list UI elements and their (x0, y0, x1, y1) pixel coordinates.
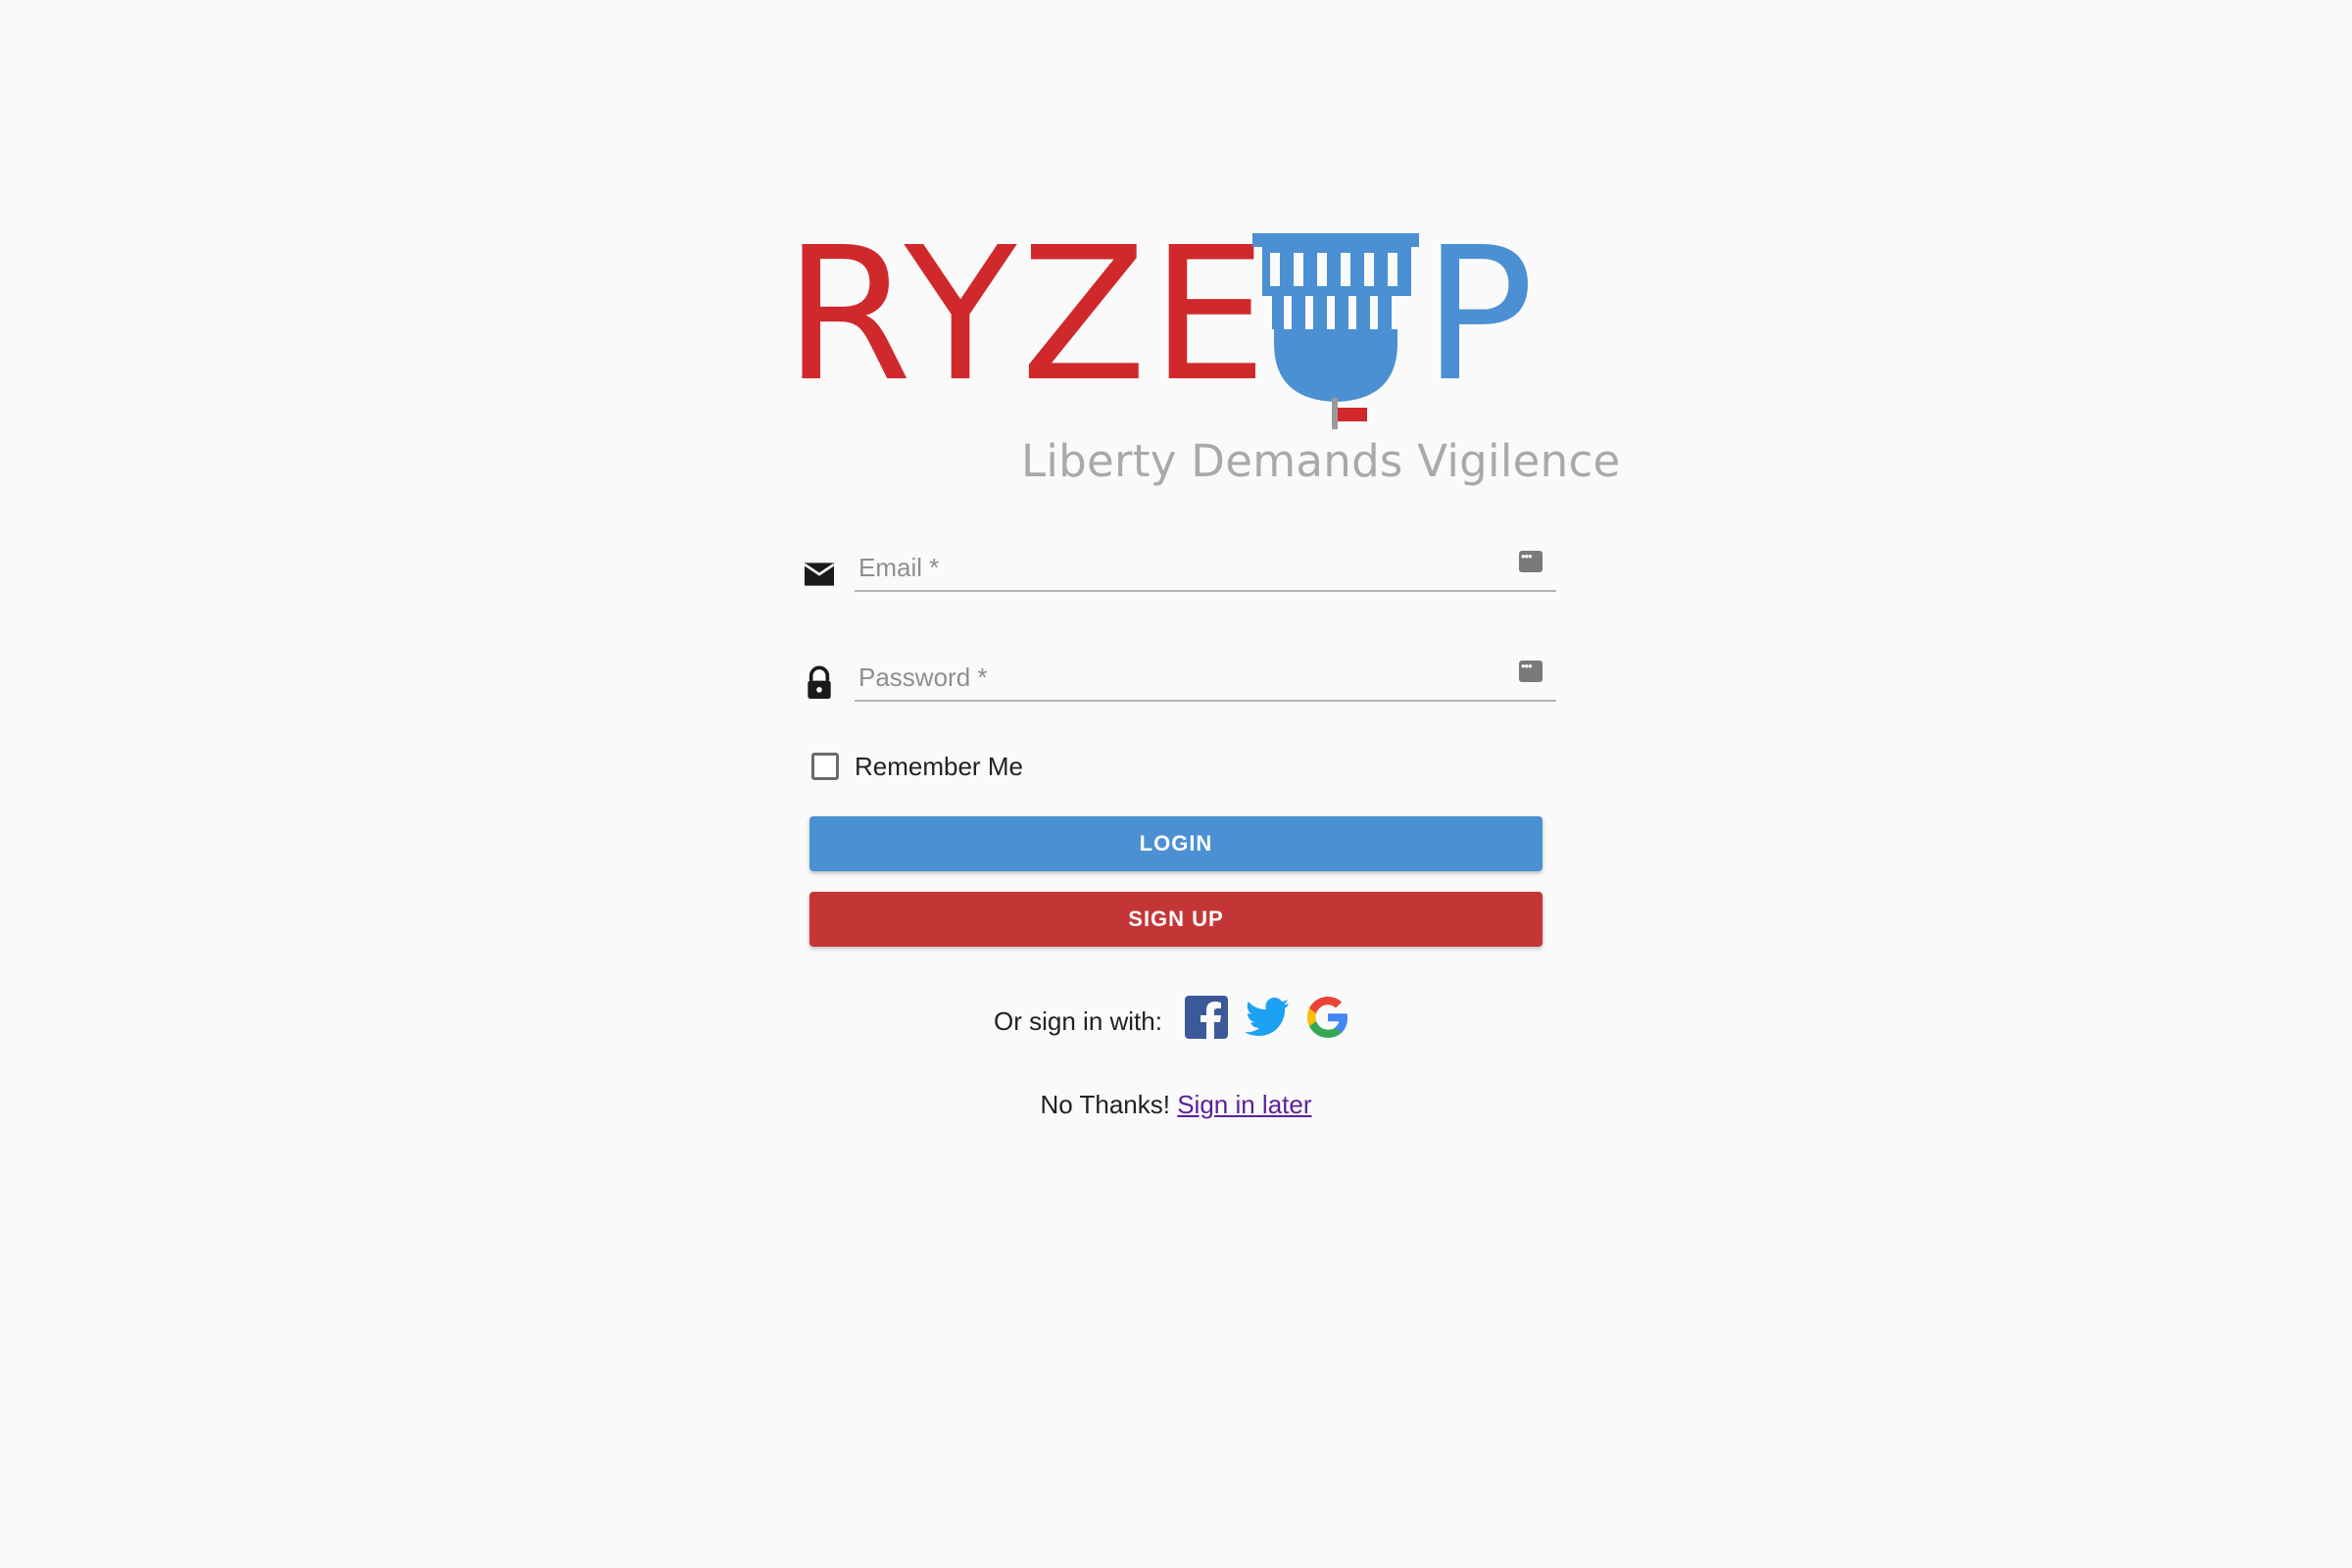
social-sign-in-label: Or sign in with: (994, 1005, 1162, 1036)
password-field: Password * (855, 647, 1556, 702)
checkbox-box[interactable] (811, 753, 839, 780)
email-field: Email * (855, 537, 1556, 592)
sign-in-later-row: No Thanks! Sign in later (0, 1090, 2352, 1120)
sign-in-later-link[interactable]: Sign in later (1177, 1090, 1311, 1119)
logo-word-ryze: RYZE (784, 208, 1272, 422)
email-field-row: Email * (800, 537, 1556, 606)
email-input[interactable] (855, 537, 1556, 590)
no-thanks-text: No Thanks! (1040, 1090, 1170, 1119)
logo-bell-icon (1252, 233, 1419, 429)
password-field-row: Password * (800, 647, 1556, 715)
twitter-icon[interactable] (1244, 994, 1291, 1041)
logo-tagline: Liberty Demands Vigilence (1021, 435, 1621, 487)
password-input[interactable] (855, 647, 1556, 700)
social-sign-in: Or sign in with: (0, 988, 2352, 1047)
remember-me-checkbox[interactable]: Remember Me (811, 747, 1023, 786)
autofill-icon[interactable] (1519, 549, 1543, 572)
autofill-icon[interactable] (1519, 659, 1543, 682)
remember-me-label: Remember Me (855, 751, 1023, 781)
google-icon[interactable] (1304, 994, 1351, 1041)
logo-letter-p: P (1423, 208, 1535, 422)
login-button[interactable]: LOGIN (809, 816, 1543, 871)
sign-up-button[interactable]: SIGN UP (809, 892, 1543, 947)
login-page: RYZE P Liberty Demands Vigilence Email *… (0, 0, 2352, 1568)
lock-icon (808, 665, 831, 699)
facebook-icon[interactable] (1183, 994, 1230, 1041)
email-icon (804, 563, 835, 586)
